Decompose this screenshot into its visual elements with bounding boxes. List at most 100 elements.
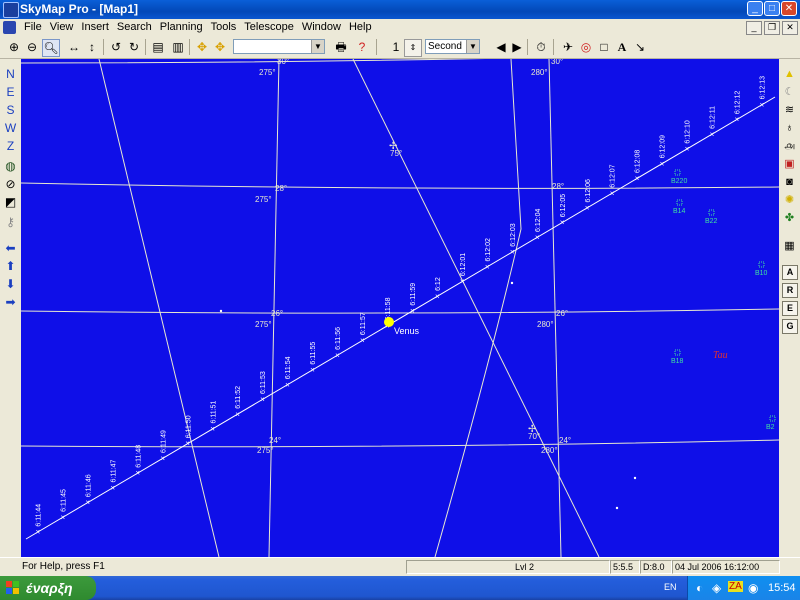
app-icon [3, 2, 19, 18]
sky-map[interactable]: 275° 280° 275° 275° 280° 275° 280° 30° 30° 28° 28°… [21, 59, 779, 557]
expand-horizontal-icon[interactable]: ↔ [66, 39, 82, 55]
track-time-label: 6:11:59 [410, 283, 417, 306]
step-back-icon[interactable]: ◀ [493, 39, 509, 55]
compass-icon[interactable]: ⊘ [2, 177, 19, 192]
altitude-line [434, 59, 522, 557]
target-icon[interactable]: ◎ [578, 39, 594, 55]
volume-icon[interactable]: ◐ [696, 581, 703, 595]
document-icon[interactable] [3, 21, 16, 34]
track-time-label: 6:11:52 [235, 386, 242, 409]
arrow-up-icon[interactable]: ⬆ [2, 259, 19, 274]
dec-label: 26° [271, 309, 283, 318]
mdi-close-button[interactable]: ✕ [782, 21, 798, 35]
language-indicator[interactable]: EN [664, 582, 677, 592]
menu-window[interactable]: Window [298, 21, 345, 33]
deep-sky-marker [674, 349, 681, 356]
zoom-box-icon[interactable]: 🔍︎ [42, 39, 60, 57]
deep-sky-marker [676, 199, 683, 206]
menu-planning[interactable]: Planning [156, 21, 207, 33]
mdi-restore-button[interactable]: ❐ [764, 21, 780, 35]
table-grid-icon[interactable]: ▦ [782, 239, 797, 254]
track-tick-mark: × [435, 292, 440, 301]
toolbox-icon[interactable]: ▣ [782, 157, 797, 172]
ra-label: 280° [541, 446, 558, 455]
menu-telescope[interactable]: Telescope [240, 21, 298, 33]
maximize-button[interactable]: □ [764, 1, 780, 16]
color-icon[interactable]: ✤ [782, 211, 797, 226]
start-button[interactable]: έναρξη [0, 576, 96, 600]
direction-west[interactable]: W [2, 121, 19, 136]
tray-app-icon[interactable]: ◉ [748, 581, 758, 595]
track-time-label: 6:11:48 [135, 445, 142, 468]
direction-south[interactable]: S [2, 103, 19, 118]
text-tool-icon[interactable]: A [614, 39, 630, 55]
sun-icon[interactable]: ▲ [782, 67, 797, 82]
direction-north[interactable]: N [2, 67, 19, 82]
step-forward-icon[interactable]: ▶ [509, 39, 525, 55]
chevron-down-icon[interactable]: ▼ [311, 40, 324, 53]
status-depth: D:8.0 [640, 560, 672, 574]
print-icon[interactable]: 🖶︎ [333, 39, 349, 55]
stopwatch-icon[interactable]: ⏱︎ [533, 39, 549, 55]
za-icon[interactable]: ZA [728, 581, 743, 592]
rectangle-icon[interactable]: □ [596, 39, 612, 55]
deep-sky-label: B220 [671, 178, 687, 185]
step-spinner[interactable]: ⇕ [404, 39, 422, 57]
zoom-out-icon[interactable]: ⊖ [24, 39, 40, 55]
menu-tools[interactable]: Tools [207, 21, 241, 33]
track-tick-mark: × [110, 483, 115, 492]
arrow-left-icon[interactable]: ⬅ [2, 241, 19, 256]
search-combo[interactable]: ▼ [233, 39, 325, 54]
direction-east[interactable]: E [2, 85, 19, 100]
arrow-right-icon[interactable]: ➡ [2, 295, 19, 310]
frame-icon[interactable]: ◩ [2, 195, 19, 210]
menu-help[interactable]: Help [345, 21, 376, 33]
track-tick-mark: × [260, 395, 265, 404]
zoom-in-icon[interactable]: ⊕ [6, 39, 22, 55]
grid-icon[interactable]: ▤ [150, 39, 166, 55]
track-tick-mark: × [185, 439, 190, 448]
time-unit-select[interactable]: Second ▼ [425, 39, 480, 54]
track-time-label: 6:11:44 [35, 504, 42, 527]
track-tick-mark: × [710, 130, 715, 139]
mdi-minimize-button[interactable]: _ [746, 21, 762, 35]
chevron-down-icon[interactable]: ▼ [466, 40, 479, 53]
minimize-button[interactable]: _ [747, 1, 763, 16]
menu-search[interactable]: Search [113, 21, 156, 33]
center-object-icon[interactable]: ✥ [212, 39, 228, 55]
camera-icon[interactable]: ◙ [782, 175, 797, 190]
ra-label: 275° [259, 68, 276, 77]
track-time-label: 6:11:47 [110, 459, 117, 482]
taskbar: έναρξη EN ◐ ◈ ZA ◉ 15:54 [0, 576, 800, 600]
menu-file[interactable]: File [20, 21, 46, 33]
line-tool-icon[interactable]: ↘ [632, 39, 648, 55]
arrow-down-icon[interactable]: ⬇ [2, 277, 19, 292]
lightbulb-icon[interactable]: ✺ [782, 193, 797, 208]
track-tick-mark: × [510, 248, 515, 257]
toggle-e-button[interactable]: E [782, 301, 798, 316]
help-pointer-icon[interactable]: ? [354, 39, 370, 55]
menu-insert[interactable]: Insert [77, 21, 113, 33]
center-icon[interactable]: ✥ [194, 39, 210, 55]
orbit-icon[interactable]: ♁ [782, 121, 797, 136]
toggle-r-button[interactable]: R [782, 283, 798, 298]
network-icon[interactable]: ◈ [712, 581, 721, 595]
track-time-label: 6:12:08 [635, 150, 642, 173]
rotate-right-icon[interactable]: ↻ [126, 39, 142, 55]
expand-vertical-icon[interactable]: ↕ [84, 39, 100, 55]
key-icon[interactable]: ⚷ [2, 215, 19, 230]
globe-icon[interactable]: ◍ [2, 159, 19, 174]
close-button[interactable]: ✕ [781, 1, 797, 16]
toggle-a-button[interactable]: A [782, 265, 798, 280]
toggle-g-button[interactable]: G [782, 319, 798, 334]
table-icon[interactable]: ▥ [170, 39, 186, 55]
menu-view[interactable]: View [46, 21, 78, 33]
telescope-icon[interactable]: ✈︎ [560, 39, 576, 55]
direction-zenith[interactable]: Z [2, 139, 19, 154]
rotate-left-icon[interactable]: ↺ [108, 39, 124, 55]
milky-way-icon[interactable]: ≋ [782, 103, 797, 118]
ra-label: 280° [531, 68, 548, 77]
galaxy-icon[interactable]: ௮ [782, 139, 797, 154]
sky-map-canvas[interactable]: 275° 280°275°275° 280°275° 280°30° 30°28° 28°… [21, 59, 779, 557]
moon-icon[interactable]: ☾ [782, 85, 797, 100]
